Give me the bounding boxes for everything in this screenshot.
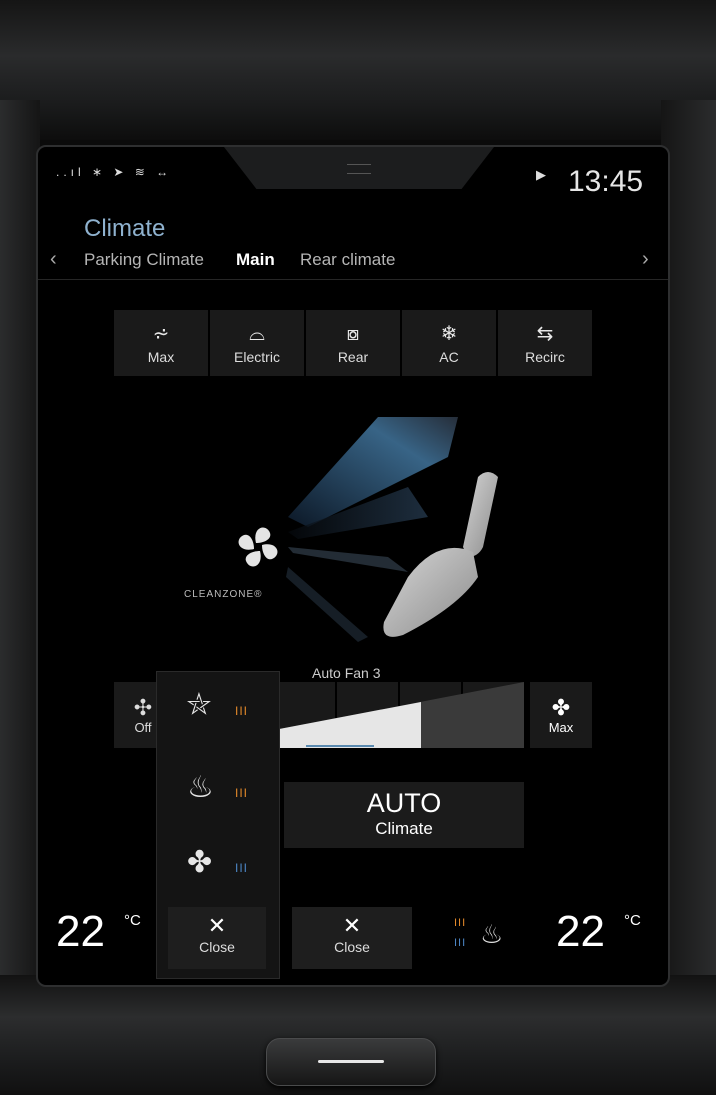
airflow-seat-illustration [238, 417, 498, 642]
electric-defrost-label: Electric [234, 349, 280, 365]
rear-defrost-icon: ⧇ [346, 323, 360, 345]
home-button[interactable] [266, 1038, 436, 1086]
tab-main[interactable]: Main [236, 250, 275, 270]
vent-level-indicator: III [235, 861, 249, 875]
clock: 13:45 [568, 165, 644, 198]
tab-parking-climate[interactable]: Parking Climate [84, 250, 204, 270]
quick-controls-row: ⩫ Max ⌓ Electric ⧇ Rear ❄ AC ⇆ Recirc [114, 310, 592, 376]
rear-seat-heat-vent-icon: ♨ [480, 919, 504, 949]
seat-heat-option[interactable]: ♨ III [177, 762, 267, 818]
cleanzone-fan-icon [238, 527, 278, 567]
heat-level-indicator: III [235, 786, 249, 800]
heat-level-indicator: III [454, 917, 467, 929]
fan-off-label: Off [134, 719, 152, 735]
auto-label: AUTO [366, 788, 442, 818]
air-beam-lower [288, 547, 408, 572]
close-icon: ✕ [342, 913, 362, 938]
notification-pulldown-tab[interactable] [224, 147, 494, 189]
chevron-right-icon[interactable]: › [642, 248, 649, 271]
dashboard-bezel-top [0, 0, 716, 140]
tab-bar: ‹ Parking Climate Main Rear climate › [38, 245, 668, 280]
home-button-line [318, 1060, 384, 1063]
driver-temperature-unit: °C [124, 912, 141, 929]
passenger-temperature-unit: °C [624, 912, 641, 929]
fan-icon: ✤ [551, 694, 571, 720]
play-icon: ▶ [536, 167, 546, 182]
close-label: Close [334, 939, 370, 955]
auto-climate-button[interactable]: AUTO Climate [284, 782, 524, 848]
driver-temperature[interactable]: 22 [56, 907, 105, 957]
recirc-button[interactable]: ⇆ Recirc [498, 310, 592, 376]
pulldown-handle-icon [347, 164, 371, 174]
seat-cushion [383, 547, 478, 637]
seat-ventilation-option[interactable]: ✤ III [177, 837, 267, 893]
close-button-passenger[interactable]: ✕ Close [292, 907, 412, 969]
ac-label: AC [439, 349, 459, 365]
fan-outline-icon: ✣ [133, 694, 153, 720]
status-icons: ..ıl ∗ ➤ ≋ ↔ [56, 165, 173, 179]
infotainment-screen: ..ıl ∗ ➤ ≋ ↔ ▶ 13:45 Climate ‹ Parking C… [36, 145, 670, 987]
cleanzone-label: CLEANZONE® [184, 589, 263, 600]
recirculation-icon: ⇆ [536, 323, 554, 345]
page-title: Climate [84, 215, 166, 242]
rear-defrost-label: Rear [337, 349, 369, 365]
close-seat-panel-button[interactable]: ✕ Close [168, 907, 266, 969]
tab-rear-climate[interactable]: Rear climate [300, 250, 395, 270]
climate-label: Climate [375, 819, 433, 838]
seat-backrest [463, 472, 498, 557]
steering-seat-heat-option[interactable]: ⛥ III [177, 680, 267, 736]
snowflake-icon: ❄ [440, 323, 458, 345]
rear-defrost-button[interactable]: ⧇ Rear [306, 310, 400, 376]
dashboard-bezel-left [0, 100, 40, 1000]
seat-heat-icon: ♨ [187, 771, 214, 804]
seat-ventilation-icon: ✤ [187, 846, 213, 879]
fan-level-fill [274, 702, 421, 748]
recirc-label: Recirc [525, 349, 565, 365]
max-defrost-button[interactable]: ⩫ Max [114, 310, 208, 376]
fan-level-indicator [274, 682, 524, 748]
chevron-left-icon[interactable]: ‹ [50, 248, 57, 271]
seat-heat-steering-icon: ⛥ [187, 688, 211, 721]
close-label: Close [199, 939, 235, 955]
fan-max-button[interactable]: ✤ Max [530, 682, 592, 748]
fan-mode-label: Auto Fan 3 [312, 665, 381, 681]
fan-max-label: Max [548, 719, 574, 735]
vent-level-indicator: III [454, 937, 467, 949]
max-defrost-label: Max [147, 349, 175, 365]
close-icon: ✕ [207, 913, 227, 938]
passenger-temperature[interactable]: 22 [556, 907, 605, 957]
electric-defrost-button[interactable]: ⌓ Electric [210, 310, 304, 376]
front-defrost-max-icon: ⩫ [152, 323, 170, 345]
air-beam-bottom [286, 567, 368, 642]
ac-button[interactable]: ❄ AC [402, 310, 496, 376]
electric-windshield-icon: ⌓ [249, 323, 265, 345]
passenger-seat-comfort-button[interactable]: III III ♨ [454, 915, 528, 961]
heat-level-indicator: III [235, 704, 249, 718]
